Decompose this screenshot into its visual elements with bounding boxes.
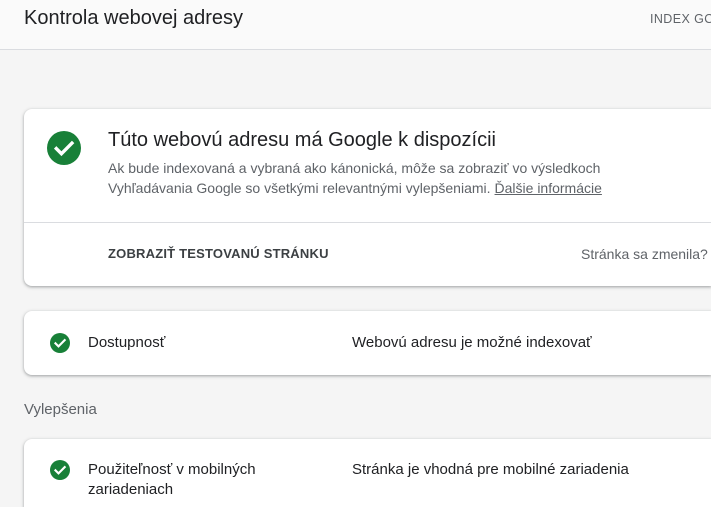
check-circle-icon <box>47 131 81 165</box>
tab-index-google[interactable]: INDEX GO <box>650 11 711 27</box>
url-inspection-page: Kontrola webovej adresy INDEX GO Túto we… <box>0 0 711 507</box>
mobile-usability-status: Stránka je vhodná pre mobilné zariadenia <box>352 461 629 478</box>
check-circle-background <box>47 131 81 165</box>
coverage-label: Dostupnosť <box>88 334 166 351</box>
learn-more-link[interactable]: Ďalšie informácie <box>495 180 602 196</box>
check-circle-icon-graphic <box>50 460 70 480</box>
view-tested-page-button[interactable]: ZOBRAZIŤ TESTOVANÚ STRÁNKU <box>108 245 329 263</box>
coverage-row[interactable]: Dostupnosť Webovú adresu je možné indexo… <box>24 311 711 375</box>
mobile-usability-label: Použiteľnosť v mobilných zariadeniach <box>88 461 256 498</box>
enhancements-section-label: Vylepšenia <box>24 401 97 418</box>
check-circle-icon-graphic <box>47 131 81 165</box>
page-changed-text: Stránka sa zmenila? <box>581 246 708 262</box>
check-circle-background <box>50 460 70 480</box>
check-circle-background <box>50 333 70 353</box>
page-title: Kontrola webovej adresy <box>24 7 244 29</box>
status-card: Túto webovú adresu má Google k dispozíci… <box>24 109 711 286</box>
check-circle-icon <box>50 460 70 480</box>
check-circle-icon-graphic <box>50 333 70 353</box>
mobile-usability-row[interactable]: Použiteľnosť v mobilných zariadeniach St… <box>24 439 711 507</box>
status-title: Túto webovú adresu má Google k dispozíci… <box>108 129 496 151</box>
status-description-line-2: Vyhľadávania Google so všetkými relevant… <box>108 178 602 198</box>
coverage-status: Webovú adresu je možné indexovať <box>352 334 592 351</box>
status-description-line-1: Ak bude indexovaná a vybraná ako kánonic… <box>108 160 601 176</box>
divider <box>24 222 711 223</box>
check-circle-icon <box>50 333 70 353</box>
status-description-text: Vyhľadávania Google so všetkými relevant… <box>108 180 491 196</box>
top-bar: Kontrola webovej adresy INDEX GO <box>0 0 711 50</box>
